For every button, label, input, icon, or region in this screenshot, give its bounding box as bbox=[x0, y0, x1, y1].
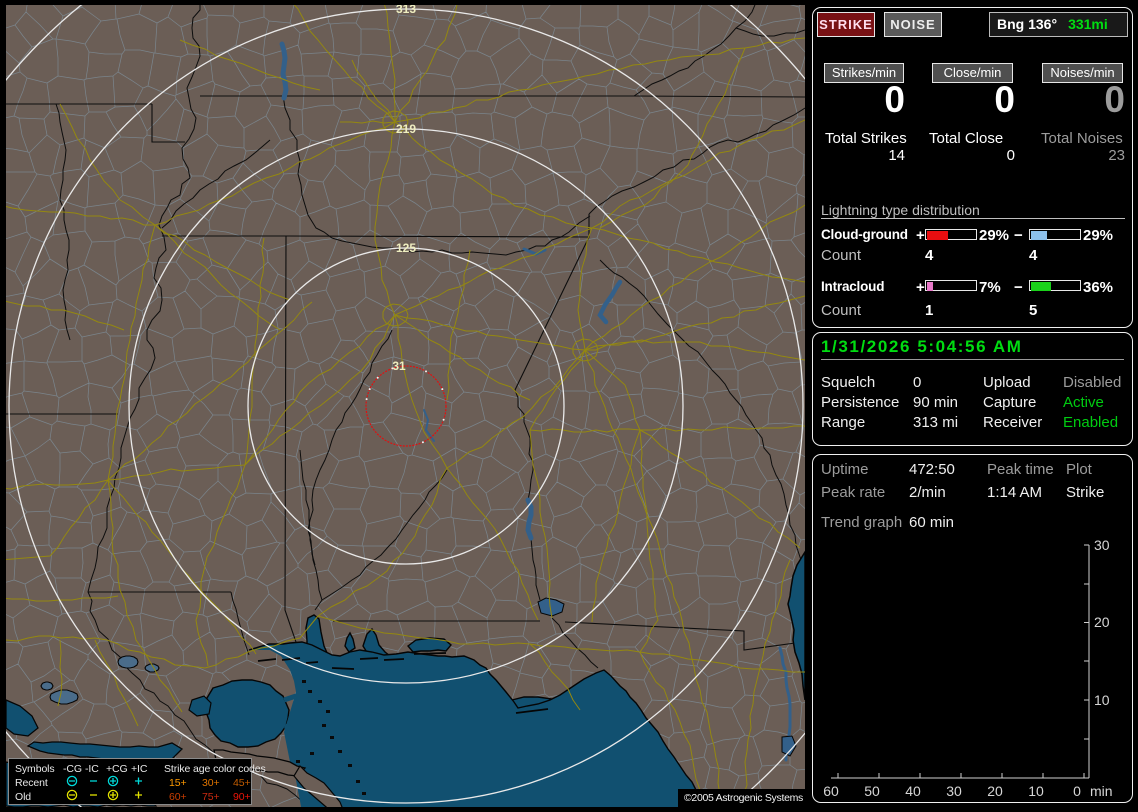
svg-text:20: 20 bbox=[987, 783, 1003, 799]
svg-text:313: 313 bbox=[396, 2, 416, 16]
svg-text:50: 50 bbox=[864, 783, 880, 799]
svg-text:125: 125 bbox=[396, 241, 416, 255]
svg-text:10: 10 bbox=[1028, 783, 1044, 799]
svg-text:30: 30 bbox=[946, 783, 962, 799]
svg-text:20: 20 bbox=[1094, 614, 1110, 630]
svg-text:40: 40 bbox=[905, 783, 921, 799]
svg-text:31: 31 bbox=[392, 359, 406, 373]
svg-text:0: 0 bbox=[1073, 783, 1081, 799]
svg-text:30: 30 bbox=[1094, 537, 1110, 553]
svg-text:60: 60 bbox=[823, 783, 839, 799]
svg-text:10: 10 bbox=[1094, 692, 1110, 708]
svg-text:219: 219 bbox=[396, 122, 416, 136]
svg-text:min: min bbox=[1090, 783, 1113, 799]
